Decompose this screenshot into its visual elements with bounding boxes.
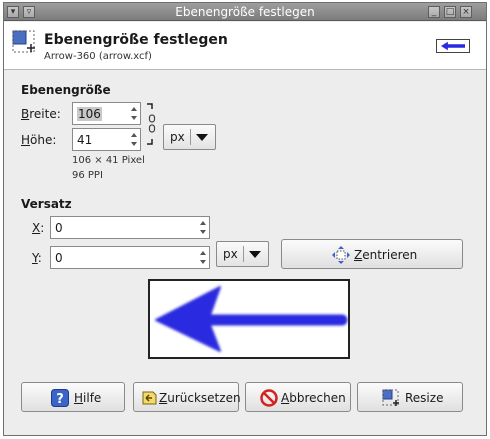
chevron-down-icon <box>249 251 261 258</box>
resize-layer-icon <box>12 30 35 53</box>
svg-text:?: ? <box>56 392 64 407</box>
ppi-info: 96 PPI <box>72 170 103 181</box>
offset-unit-value: px <box>223 247 238 261</box>
width-spinbox[interactable]: 106 <box>72 102 141 125</box>
cancel-button[interactable]: Abbrechen <box>245 382 351 412</box>
chain-link-icon[interactable] <box>146 103 160 145</box>
y-offset-spinbox[interactable]: 0 <box>50 246 210 269</box>
reset-button[interactable]: Zurücksetzen <box>133 382 241 412</box>
offset-unit-combo[interactable]: px <box>216 241 269 267</box>
size-unit-value: px <box>170 130 185 144</box>
title-bar[interactable]: ▾ ▿ Ebenengröße festlegen _ □ × <box>4 3 486 21</box>
chevron-down-icon <box>196 134 208 141</box>
layer-preview[interactable] <box>148 279 350 359</box>
close-icon[interactable]: × <box>460 6 472 18</box>
height-spinbox[interactable]: 41 <box>72 128 141 151</box>
width-label: Breite: <box>21 107 61 121</box>
reset-icon <box>142 391 157 405</box>
center-button[interactable]: Zentrieren <box>281 239 463 269</box>
arrow-preview-image <box>155 286 348 352</box>
dialog-header: Ebenengröße festlegen Arrow-360 (arrow.x… <box>4 22 486 70</box>
resize-label: Resize <box>405 391 444 405</box>
minimize-icon[interactable]: _ <box>428 6 440 18</box>
pixel-info: 106 × 41 Pixel <box>72 155 145 166</box>
x-offset-stepper[interactable] <box>198 217 209 238</box>
center-label: Zentrieren <box>354 248 418 262</box>
y-label: Y: <box>32 251 42 265</box>
reset-label: Zurücksetzen <box>159 391 241 405</box>
offset-title: Versatz <box>21 197 72 211</box>
width-stepper[interactable] <box>129 103 140 124</box>
height-stepper[interactable] <box>129 129 140 150</box>
maximize-icon[interactable]: □ <box>444 6 456 18</box>
size-unit-combo[interactable]: px <box>163 124 216 150</box>
dialog-window: ▾ ▿ Ebenengröße festlegen _ □ × Ebenengr… <box>3 2 487 436</box>
center-icon <box>332 246 350 264</box>
help-button[interactable]: ? Hilfe <box>21 382 125 412</box>
height-label: Höhe: <box>21 133 57 147</box>
y-offset-stepper[interactable] <box>198 247 209 268</box>
layer-thumbnail <box>436 39 470 53</box>
header-title: Ebenengröße festlegen <box>44 32 228 48</box>
window-title: Ebenengröße festlegen <box>175 5 315 19</box>
layer-size-title: Ebenengröße <box>21 83 111 97</box>
width-value: 106 <box>77 107 102 121</box>
cancel-icon <box>260 389 278 407</box>
x-offset-spinbox[interactable]: 0 <box>50 216 210 239</box>
help-label: Hilfe <box>74 391 102 405</box>
x-offset-value: 0 <box>55 221 63 235</box>
y-offset-value: 0 <box>55 251 63 265</box>
resize-button[interactable]: Resize <box>357 382 463 412</box>
header-subtitle: Arrow-360 (arrow.xcf) <box>44 51 152 62</box>
cancel-label: Abbrechen <box>281 391 346 405</box>
height-value: 41 <box>77 133 93 147</box>
x-label: X: <box>32 221 45 235</box>
help-icon: ? <box>51 389 69 407</box>
resize-layer-icon <box>382 389 399 406</box>
